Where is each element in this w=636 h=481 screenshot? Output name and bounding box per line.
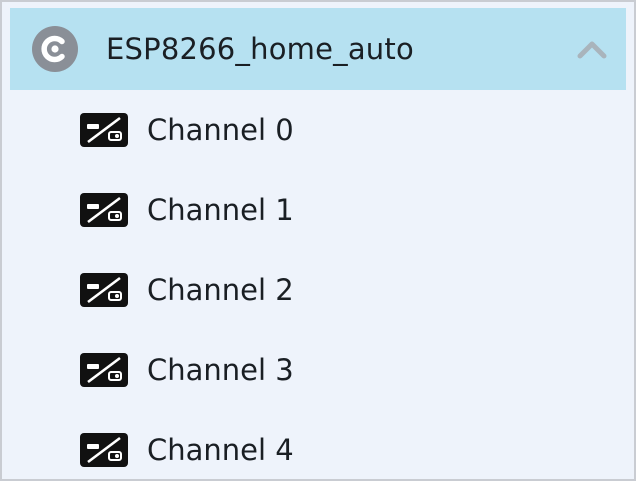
- device-header[interactable]: ESP8266_home_auto: [10, 8, 626, 90]
- switch-widget-icon: [79, 192, 129, 228]
- channel-label: Channel 4: [147, 433, 294, 467]
- cayenne-logo-icon: [30, 24, 80, 74]
- switch-widget-icon: [79, 112, 129, 148]
- channel-label: Channel 3: [147, 353, 294, 387]
- channel-item[interactable]: Channel 4: [2, 410, 634, 479]
- channel-label: Channel 1: [147, 193, 294, 227]
- device-name: ESP8266_home_auto: [106, 32, 414, 66]
- device-tree-panel: ESP8266_home_auto Channel 0 Channel 1 Ch…: [0, 0, 636, 481]
- switch-widget-icon: [79, 272, 129, 308]
- channel-label: Channel 2: [147, 273, 294, 307]
- channel-item[interactable]: Channel 0: [2, 90, 634, 170]
- switch-widget-icon: [79, 352, 129, 388]
- channel-item[interactable]: Channel 2: [2, 250, 634, 330]
- channel-item[interactable]: Channel 1: [2, 170, 634, 250]
- channel-item[interactable]: Channel 3: [2, 330, 634, 410]
- chevron-up-icon[interactable]: [574, 34, 610, 64]
- channel-list: Channel 0 Channel 1 Channel 2 Channel 3 …: [2, 90, 634, 479]
- channel-label: Channel 0: [147, 113, 294, 147]
- switch-widget-icon: [79, 432, 129, 468]
